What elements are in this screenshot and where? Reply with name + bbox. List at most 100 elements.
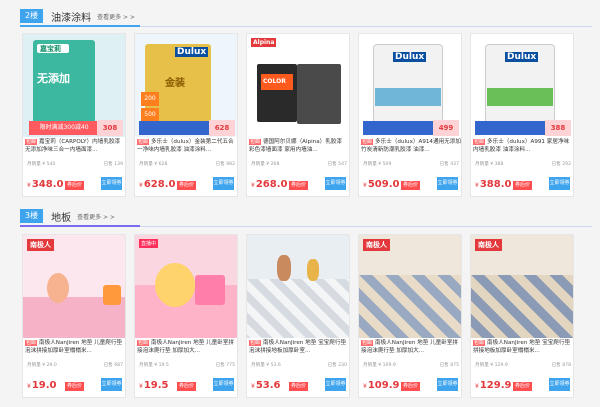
currency-symbol: ¥ — [475, 383, 479, 390]
promo-strip: 限时满减300减40 — [29, 121, 99, 135]
live-badge: 直播中 — [139, 239, 159, 248]
get-coupon-button[interactable]: 立即领券 — [101, 177, 122, 190]
free-shipping-tag: 包邮 — [137, 139, 150, 145]
coupon-label: 券后价 — [177, 181, 197, 190]
price-value: 628.0 — [143, 179, 176, 190]
product-title[interactable]: 包邮 南极人NanJiren 地垫 儿童卧室拼接泡沫爬行垫 加厚加大... — [361, 339, 461, 356]
price-value: 109.9 — [367, 380, 400, 391]
currency-symbol: ¥ — [139, 383, 143, 390]
get-coupon-button[interactable]: 立即领券 — [325, 177, 346, 190]
promo-strip — [363, 121, 435, 135]
get-coupon-button[interactable]: 立即领券 — [325, 378, 346, 391]
product-price: ¥388.0 — [475, 179, 511, 190]
product-meta: 月销量 ¥ 29.0 已售 687 — [27, 362, 125, 368]
currency-symbol: ¥ — [251, 182, 255, 189]
free-shipping-tag: 包邮 — [361, 139, 374, 145]
product-card[interactable]: 嘉宝莉 无添加 限时满减300减40 308 包邮 嘉宝莉（CARPOLY）内墙乳… — [22, 33, 126, 197]
product-title[interactable]: 包邮 南极人NanJiren 地垫 儿童爬行垫泡沫拼接加厚卧室榻榻米... — [25, 339, 125, 356]
product-card[interactable]: 直播中 包邮 南极人NanJiren 地垫 儿童卧室拼接泡沫爬行垫 加厚加大...… — [134, 234, 238, 398]
currency-symbol: ¥ — [27, 383, 31, 390]
currency-symbol: ¥ — [27, 182, 31, 189]
product-title-text: 南极人NanJiren 地垫 宝宝爬行垫拼接地板加厚卧室榻榻米... — [473, 340, 571, 354]
product-image[interactable]: Dulux 金装 200 500 628 — [135, 34, 237, 137]
product-title[interactable]: 包邮 南极人NanJiren 地垫 儿童卧室拼接泡沫爬行垫 加厚加大... — [137, 339, 237, 356]
sales-right: 已售 775 — [215, 363, 235, 368]
get-coupon-button[interactable]: 立即领券 — [101, 378, 122, 391]
product-price: ¥268.0 — [251, 179, 287, 190]
sales-left: 月销量 ¥ 129.9 — [475, 363, 508, 368]
product-brand: Alpina — [251, 38, 277, 47]
get-coupon-button[interactable]: 立即领券 — [437, 378, 458, 391]
product-brand: 南极人 — [27, 239, 54, 251]
product-card[interactable]: 南极人 包邮 南极人NanJiren 地垫 宝宝爬行垫拼接地板加厚卧室榻榻米...… — [470, 234, 574, 398]
currency-symbol: ¥ — [363, 182, 367, 189]
product-card[interactable]: 南极人 包邮 南极人NanJiren 地垫 儿童爬行垫泡沫拼接加厚卧室榻榻米...… — [22, 234, 126, 398]
product-title[interactable]: 包邮 多乐士（dulux）A914通用无添加竹炭清新防潮乳胶漆 油漆... — [361, 138, 461, 155]
sales-right: 已售 687 — [103, 363, 123, 368]
sales-left: 月销量 ¥ 268 — [251, 162, 280, 167]
coupon-label: 券后价 — [65, 181, 85, 190]
product-price: ¥628.0 — [139, 179, 175, 190]
sales-left: 月销量 ¥ 388 — [475, 162, 504, 167]
product-price: ¥19.0 — [27, 380, 57, 391]
product-image[interactable]: 南极人 — [23, 235, 125, 338]
floor-2-divider — [20, 25, 592, 27]
product-image[interactable]: Dulux 388 — [471, 34, 573, 137]
floor-3-title: 地板 — [51, 212, 72, 224]
sales-right: 已售 139 — [103, 162, 123, 167]
price-box: 499 — [433, 120, 459, 136]
free-shipping-tag: 包邮 — [473, 139, 486, 145]
product-price: ¥19.5 — [139, 380, 169, 391]
product-title[interactable]: 包邮 多乐士（dulux）A991 家居净味内墙乳胶漆 油漆涂料... — [473, 138, 573, 155]
sales-left: 月销量 ¥ 53.6 — [251, 363, 281, 368]
product-title-text: 南极人NanJiren 地垫 儿童卧室拼接泡沫爬行垫 加厚加大... — [361, 340, 459, 354]
product-title[interactable]: 包邮 多乐士（dulux）金装第二代五合一净味内墙乳胶漆 油漆涂料... — [137, 138, 237, 155]
product-image[interactable]: 南极人 — [471, 235, 573, 338]
coupon-label: 券后价 — [401, 181, 421, 190]
price-value: 509.0 — [367, 179, 400, 190]
get-coupon-button[interactable]: 立即领券 — [549, 177, 570, 190]
floor-3-more-link[interactable]: 查看更多 > > — [77, 212, 115, 221]
product-name: 无添加 — [37, 72, 70, 85]
product-image[interactable]: 直播中 — [135, 235, 237, 338]
product-title-text: 南极人NanJiren 地垫 宝宝爬行垫泡沫拼接地板加厚卧室... — [249, 340, 347, 354]
product-card[interactable]: Alpina COLOR 包邮 德国阿尔贝娜（Alpina）乳胶漆 彩色漆墙面漆 … — [246, 33, 350, 197]
product-card[interactable]: Dulux 388 包邮 多乐士（dulux）A991 家居净味内墙乳胶漆 油漆涂… — [470, 33, 574, 197]
product-name: 金装 — [165, 78, 185, 89]
free-shipping-tag: 包邮 — [25, 340, 38, 346]
free-shipping-tag: 包邮 — [25, 139, 38, 145]
sales-right: 已售 875 — [439, 363, 459, 368]
coupon-label: 券后价 — [289, 382, 309, 391]
free-shipping-tag: 包邮 — [249, 340, 262, 346]
product-card[interactable]: 南极人 包邮 南极人NanJiren 地垫 儿童卧室拼接泡沫爬行垫 加厚加大...… — [358, 234, 462, 398]
product-image[interactable]: 嘉宝莉 无添加 限时满减300减40 308 — [23, 34, 125, 137]
product-image[interactable]: 南极人 — [359, 235, 461, 338]
sales-left: 月销量 ¥ 628 — [139, 162, 168, 167]
product-card[interactable]: Dulux 金装 200 500 628 包邮 多乐士（dulux）金装第二代五合… — [134, 33, 238, 197]
product-title-text: 多乐士（dulux）A914通用无添加竹炭清新防潮乳胶漆 油漆... — [361, 139, 461, 153]
currency-symbol: ¥ — [251, 383, 255, 390]
product-card[interactable]: 包邮 南极人NanJiren 地垫 宝宝爬行垫泡沫拼接地板加厚卧室... 月销量 … — [246, 234, 350, 398]
floor-2-more-link[interactable]: 查看更多 > > — [97, 12, 135, 21]
get-coupon-button[interactable]: 立即领券 — [549, 378, 570, 391]
product-price: ¥509.0 — [363, 179, 399, 190]
product-title[interactable]: 包邮 嘉宝莉（CARPOLY）内墙乳胶漆无添加净味三合一内墙面漆... — [25, 138, 125, 155]
product-card[interactable]: Dulux 499 包邮 多乐士（dulux）A914通用无添加竹炭清新防潮乳胶漆… — [358, 33, 462, 197]
product-meta: 月销量 ¥ 388 已售 292 — [475, 161, 573, 167]
get-coupon-button[interactable]: 立即领券 — [437, 177, 458, 190]
sales-right: 已售 292 — [551, 162, 571, 167]
product-image[interactable]: Dulux 499 — [359, 34, 461, 137]
price-value: 388.0 — [479, 179, 512, 190]
product-title[interactable]: 包邮 南极人NanJiren 地垫 宝宝爬行垫泡沫拼接地板加厚卧室... — [249, 339, 349, 356]
coupon-label: 券后价 — [177, 382, 197, 391]
get-coupon-button[interactable]: 立即领券 — [213, 177, 234, 190]
promo-strip — [139, 121, 211, 135]
product-title-text: 德国阿尔贝娜（Alpina）乳胶漆 彩色漆墙面漆 家用内墙油... — [249, 139, 343, 153]
floor-3-divider — [20, 225, 592, 227]
product-image[interactable] — [247, 235, 349, 338]
product-meta: 月销量 ¥ 628 已售 982 — [139, 161, 237, 167]
product-title[interactable]: 包邮 南极人NanJiren 地垫 宝宝爬行垫拼接地板加厚卧室榻榻米... — [473, 339, 573, 356]
product-image[interactable]: Alpina COLOR — [247, 34, 349, 137]
product-title[interactable]: 包邮 德国阿尔贝娜（Alpina）乳胶漆 彩色漆墙面漆 家用内墙油... — [249, 138, 349, 155]
get-coupon-button[interactable]: 立即领券 — [213, 378, 234, 391]
